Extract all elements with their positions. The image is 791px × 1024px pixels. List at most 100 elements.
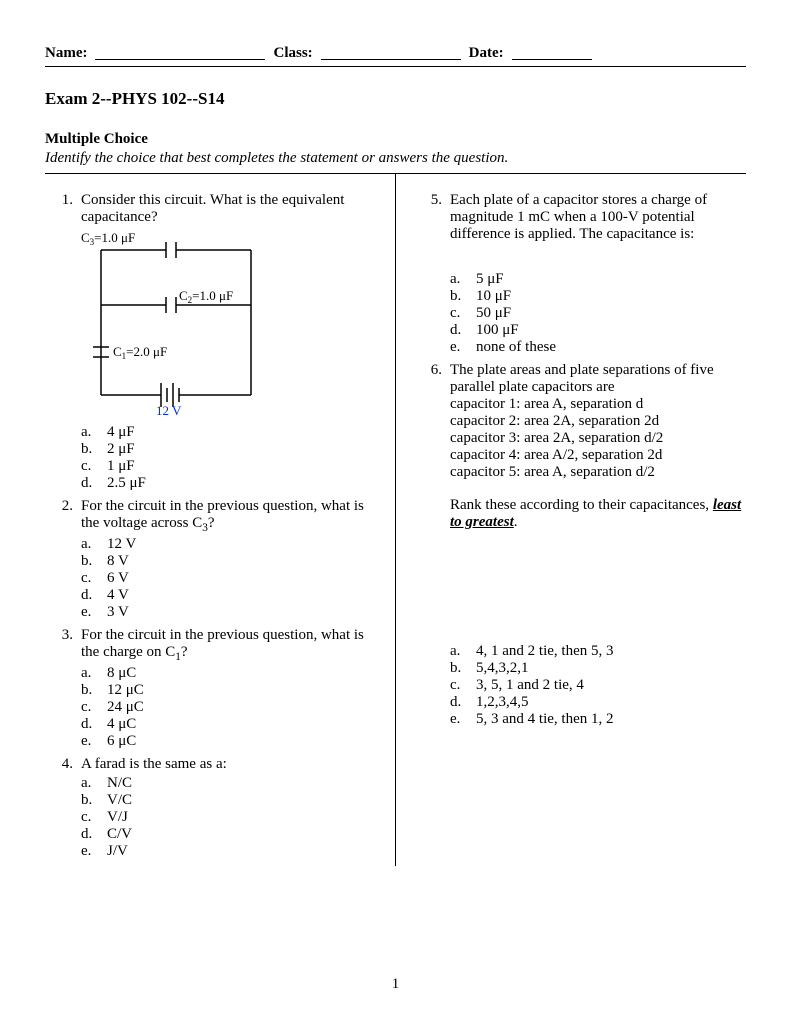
choice-text: V/C — [107, 792, 132, 809]
choice-letter: a. — [450, 271, 476, 288]
choice-text: 4 μF — [107, 424, 135, 441]
choice-letter: b. — [450, 660, 476, 677]
q6-text: The plate areas and plate separations of… — [450, 362, 746, 396]
choice-letter: d. — [450, 322, 476, 339]
choice-text: 24 μC — [107, 699, 144, 716]
choice-letter: c. — [450, 305, 476, 322]
q6-cap1: capacitor 1: area A, separation d — [450, 396, 746, 413]
choice-text: C/V — [107, 826, 132, 843]
choice-letter: c. — [81, 809, 107, 826]
choice-text: 100 μF — [476, 322, 519, 339]
choice-letter: b. — [81, 441, 107, 458]
battery-label: 12 V — [156, 403, 182, 418]
choice-text: 12 μC — [107, 682, 144, 699]
header-fields: Name: Class: Date: — [45, 45, 746, 62]
choice-letter: e. — [450, 711, 476, 728]
choice-letter: e. — [450, 339, 476, 356]
choice-letter: a. — [81, 665, 107, 682]
circuit-diagram: C3=1.0 μF C2=1.0 μF C1=2.0 μF 12 V — [81, 230, 301, 420]
q3-text: For the circuit in the previous question… — [81, 627, 377, 663]
columns: 1. Consider this circuit. What is the eq… — [45, 174, 746, 866]
choice-text: 4 μC — [107, 716, 136, 733]
choice-text: 5, 3 and 4 tie, then 1, 2 — [476, 711, 613, 728]
choice-text: 10 μF — [476, 288, 511, 305]
header-line: Name: Class: Date: — [45, 45, 746, 67]
q3-choices: a.8 μC b.12 μC c.24 μC d.4 μC e.6 μC — [81, 665, 377, 750]
choice-letter: a. — [450, 643, 476, 660]
choice-text: 3, 5, 1 and 2 tie, 4 — [476, 677, 584, 694]
choice-letter: d. — [450, 694, 476, 711]
choice-text: 50 μF — [476, 305, 511, 322]
left-column: 1. Consider this circuit. What is the eq… — [45, 174, 395, 866]
date-blank — [512, 45, 592, 60]
date-label: Date: — [469, 45, 504, 62]
choice-text: 6 V — [107, 570, 129, 587]
choice-text: N/C — [107, 775, 132, 792]
name-blank — [95, 45, 265, 60]
exam-title: Exam 2--PHYS 102--S14 — [45, 89, 746, 109]
choice-letter: d. — [81, 826, 107, 843]
choice-letter: c. — [81, 699, 107, 716]
choice-text: 5,4,3,2,1 — [476, 660, 529, 677]
question-3: 3. For the circuit in the previous quest… — [45, 627, 377, 750]
page-number: 1 — [45, 976, 746, 993]
q6-cap5: capacitor 5: area A, separation d/2 — [450, 464, 746, 481]
choice-text: 8 V — [107, 553, 129, 570]
choice-text: V/J — [107, 809, 128, 826]
q2-num: 2. — [45, 498, 81, 621]
section-heading: Multiple Choice — [45, 131, 746, 148]
choice-letter: e. — [81, 733, 107, 750]
choice-text: 8 μC — [107, 665, 136, 682]
question-2: 2. For the circuit in the previous quest… — [45, 498, 377, 621]
q6-choices: a.4, 1 and 2 tie, then 5, 3 b.5,4,3,2,1 … — [450, 643, 746, 728]
choice-letter: a. — [81, 536, 107, 553]
choice-letter: b. — [81, 553, 107, 570]
choice-text: 1,2,3,4,5 — [476, 694, 529, 711]
q6-rank: Rank these according to their capacitanc… — [450, 497, 746, 531]
question-1: 1. Consider this circuit. What is the eq… — [45, 192, 377, 492]
choice-text: 1 μF — [107, 458, 135, 475]
choice-letter: c. — [450, 677, 476, 694]
class-label: Class: — [273, 45, 312, 62]
choice-text: 4, 1 and 2 tie, then 5, 3 — [476, 643, 613, 660]
choice-letter: c. — [81, 570, 107, 587]
choice-letter: b. — [81, 792, 107, 809]
q4-num: 4. — [45, 756, 81, 860]
choice-text: 5 μF — [476, 271, 504, 288]
choice-text: 4 V — [107, 587, 129, 604]
choice-text: 6 μC — [107, 733, 136, 750]
q6-cap3: capacitor 3: area 2A, separation d/2 — [450, 430, 746, 447]
c1-label: C1=2.0 μF — [113, 344, 167, 361]
q2-choices: a.12 V b.8 V c.6 V d.4 V e.3 V — [81, 536, 377, 621]
q5-num: 5. — [414, 192, 450, 356]
choice-letter: d. — [81, 475, 107, 492]
q6-num: 6. — [414, 362, 450, 728]
class-blank — [321, 45, 461, 60]
choice-letter: d. — [81, 716, 107, 733]
q6-cap2: capacitor 2: area 2A, separation 2d — [450, 413, 746, 430]
section-instructions: Identify the choice that best completes … — [45, 150, 746, 167]
choice-text: 2.5 μF — [107, 475, 146, 492]
choice-text: 12 V — [107, 536, 136, 553]
q2-text: For the circuit in the previous question… — [81, 498, 377, 534]
q5-choices: a.5 μF b.10 μF c.50 μF d.100 μF e.none o… — [450, 271, 746, 356]
choice-letter: b. — [81, 682, 107, 699]
c2-label: C2=1.0 μF — [179, 288, 233, 305]
name-label: Name: — [45, 45, 87, 62]
question-5: 5. Each plate of a capacitor stores a ch… — [414, 192, 746, 356]
choice-letter: a. — [81, 424, 107, 441]
choice-text: J/V — [107, 843, 128, 860]
choice-letter: d. — [81, 587, 107, 604]
c3-label: C3=1.0 μF — [81, 230, 135, 247]
question-4: 4. A farad is the same as a: a.N/C b.V/C… — [45, 756, 377, 860]
q1-num: 1. — [45, 192, 81, 492]
spacer — [450, 531, 746, 641]
q4-text: A farad is the same as a: — [81, 756, 377, 773]
right-column: 5. Each plate of a capacitor stores a ch… — [396, 174, 746, 866]
q4-choices: a.N/C b.V/C c.V/J d.C/V e.J/V — [81, 775, 377, 860]
choice-letter: a. — [81, 775, 107, 792]
q1-text: Consider this circuit. What is the equiv… — [81, 192, 377, 226]
q1-choices: a.4 μF b.2 μF c.1 μF d.2.5 μF — [81, 424, 377, 492]
choice-text: none of these — [476, 339, 556, 356]
q6-cap4: capacitor 4: area A/2, separation 2d — [450, 447, 746, 464]
